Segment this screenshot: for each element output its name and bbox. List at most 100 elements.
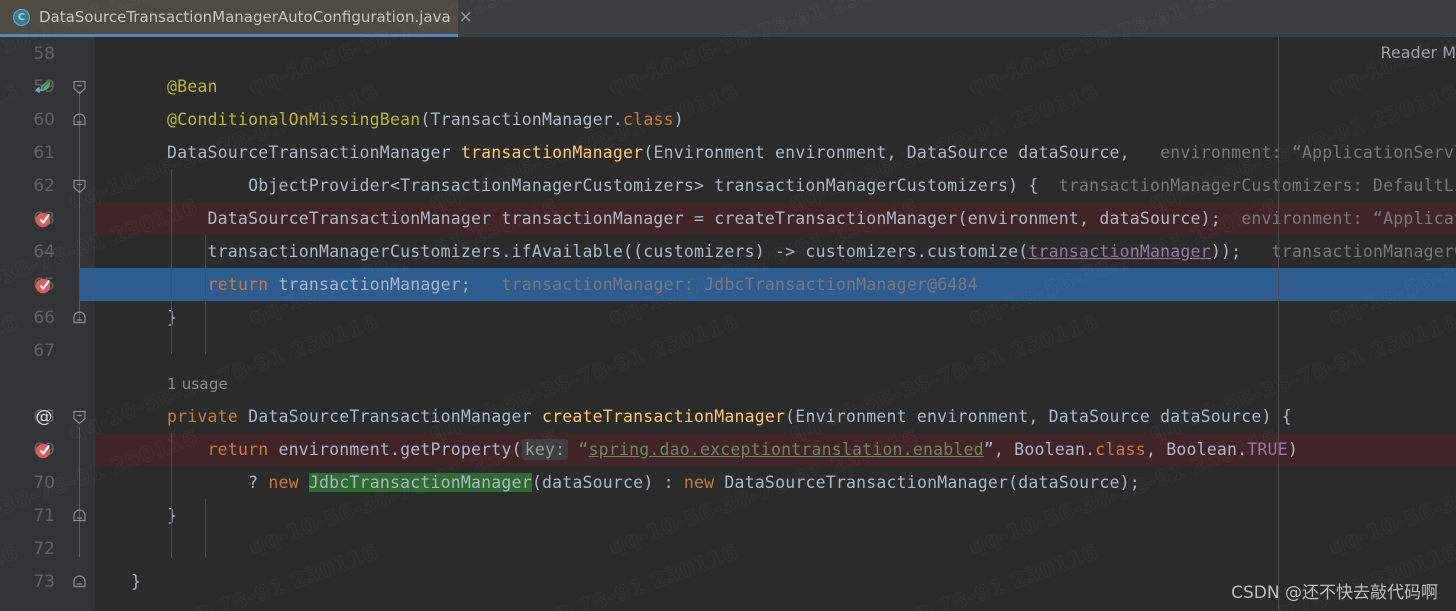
indent-guide — [171, 433, 172, 558]
code-token: )); — [1210, 242, 1242, 261]
code-line[interactable]: return environment.getProperty(key: “spr… — [167, 433, 1298, 466]
code-token: } — [167, 308, 178, 327]
code-token: environment: “ApplicationServlet — [1129, 143, 1456, 162]
code-line-row[interactable] — [95, 301, 1456, 334]
fold-toggle-icon[interactable] — [71, 507, 88, 524]
close-icon[interactable]: × — [459, 8, 473, 26]
code-line-row[interactable] — [95, 499, 1456, 532]
code-line[interactable]: DataSourceTransactionManager transaction… — [167, 202, 1456, 235]
fold-toggle-icon[interactable] — [71, 78, 88, 95]
ide-editor-window: qq-10-56-38-78-91 230116qq-10-56-38-78-9… — [0, 0, 1456, 611]
code-token: TRUE — [1247, 440, 1288, 459]
editor-gutter[interactable]: 5859606162636465666768@6970717273 — [0, 37, 68, 611]
svg-text:@: @ — [36, 407, 53, 427]
fold-spine — [79, 427, 80, 557]
code-token: return — [207, 275, 269, 294]
code-token: return — [207, 440, 269, 459]
line-number: 70 — [33, 472, 55, 493]
breakpoint-verified-icon[interactable] — [34, 275, 54, 295]
line-number: 61 — [33, 142, 55, 163]
breakpoint-verified-icon[interactable] — [34, 209, 54, 229]
code-token: JdbcTransactionManager — [308, 473, 532, 492]
csdn-credit-watermark: CSDN @还不快去敲代码啊 — [1231, 583, 1438, 603]
code-line-row[interactable] — [95, 37, 1456, 70]
tab-bar-empty-area — [458, 0, 1456, 37]
code-text-area[interactable]: Reader M @Bean @ConditionalOnMissingBean(… — [95, 37, 1456, 611]
code-token: ) — [1287, 440, 1298, 459]
code-line[interactable]: } — [131, 565, 141, 598]
reader-mode-label[interactable]: Reader M — [1380, 43, 1456, 62]
code-token: transactionManagerCus — [1271, 242, 1456, 261]
annotation-at-icon[interactable]: @ — [34, 407, 54, 427]
code-line[interactable]: } — [167, 301, 177, 334]
code-line[interactable]: private DataSourceTransactionManager cre… — [167, 400, 1292, 433]
fold-toggle-icon[interactable] — [71, 408, 88, 425]
code-token: DataSourceTransactionManager transaction… — [167, 209, 1221, 228]
code-token: } — [131, 572, 142, 591]
code-token: ? — [167, 473, 269, 492]
code-line-row[interactable] — [95, 334, 1456, 367]
code-line[interactable]: ObjectProvider<TransactionManagerCustomi… — [167, 169, 1456, 202]
fold-toggle-icon[interactable] — [71, 177, 88, 194]
breakpoint-verified-icon[interactable] — [34, 440, 54, 460]
line-number: 66 — [33, 307, 55, 328]
editor-tab-active[interactable]: C DataSourceTransactionManagerAutoConfig… — [0, 0, 473, 37]
fold-toggle-icon[interactable] — [71, 111, 88, 128]
code-token: (TransactionManager. — [420, 110, 624, 129]
line-number: 73 — [33, 571, 55, 592]
code-line[interactable]: } — [167, 499, 177, 532]
fold-toggle-icon[interactable] — [71, 309, 88, 326]
code-token: transactionManager: JdbcTransactionManag… — [471, 275, 978, 294]
code-token: transactionManager; — [268, 275, 472, 294]
fold-toggle-icon[interactable] — [71, 573, 88, 590]
code-line[interactable]: return transactionManager; transactionMa… — [167, 268, 978, 301]
code-token: environment: “Applicat — [1220, 209, 1456, 228]
code-line[interactable]: @ConditionalOnMissingBean (TransactionMan… — [167, 103, 684, 136]
code-token: } — [167, 506, 178, 525]
code-token: transactionManagerCustomizers.ifAvailabl… — [167, 242, 1029, 261]
indent-guide — [205, 235, 206, 354]
code-token: spring.dao.exceptiontranslation.enabled — [588, 440, 984, 459]
code-token: createTransactionManager — [541, 407, 786, 426]
code-token: (Environment environment, DataSource dat… — [785, 407, 1292, 426]
fold-column-row-highlight — [79, 268, 95, 301]
usage-count-hint[interactable]: 1 usage — [167, 367, 228, 400]
line-number: 62 — [33, 175, 55, 196]
code-editor[interactable]: 5859606162636465666768@6970717273 Reader… — [0, 37, 1456, 611]
line-number: 64 — [33, 241, 55, 262]
code-line[interactable]: DataSourceTransactionManager transaction… — [167, 136, 1456, 169]
code-folding-column[interactable] — [68, 37, 95, 611]
code-token: ) — [673, 110, 684, 129]
code-line[interactable]: ? new JdbcTransactionManager (dataSource)… — [167, 466, 1140, 499]
code-line-row[interactable] — [95, 367, 1456, 400]
code-token: ”, Boolean. — [983, 440, 1096, 459]
code-line[interactable]: transactionManagerCustomizers.ifAvailabl… — [167, 235, 1456, 268]
line-number: 71 — [33, 505, 55, 526]
code-line-row[interactable] — [95, 532, 1456, 565]
code-token: @ConditionalOnMissingBean — [167, 110, 421, 129]
code-line-row[interactable] — [95, 70, 1456, 103]
code-token: transactionManagerCustomizers: DefaultLi… — [1038, 176, 1456, 195]
tab-title: DataSourceTransactionManagerAutoConfigur… — [39, 8, 451, 26]
code-token: (dataSource) : — [531, 473, 684, 492]
code-token: new — [683, 473, 715, 492]
spring-bean-icon[interactable] — [34, 77, 54, 97]
right-margin-guide — [1278, 37, 1279, 611]
code-token: , Boolean. — [1145, 440, 1248, 459]
code-token: @Bean — [167, 77, 218, 96]
code-token: DataSourceTransactionManager — [167, 143, 461, 162]
indent-guide — [205, 499, 206, 558]
code-line[interactable]: @Bean — [167, 70, 218, 103]
code-token: transactionManager — [1028, 242, 1211, 261]
line-number: 60 — [33, 109, 55, 130]
line-number: 67 — [33, 340, 55, 361]
code-token: environment.getProperty( — [268, 440, 522, 459]
code-token: new — [268, 473, 299, 492]
code-token: DataSourceTransactionManager — [237, 407, 542, 426]
java-class-icon: C — [13, 8, 30, 26]
code-token: transactionManager — [460, 143, 644, 162]
line-number: 58 — [33, 43, 55, 64]
